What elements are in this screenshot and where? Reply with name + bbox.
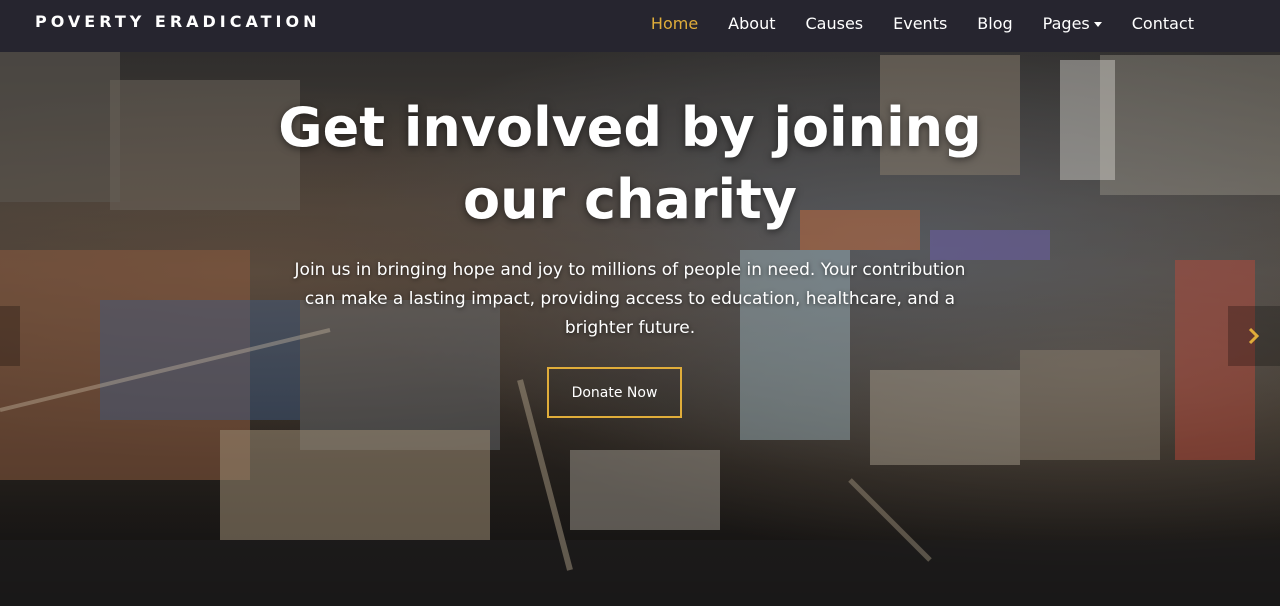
hero-headline: Get involved by joining our charity <box>278 96 982 231</box>
navbar: POVERTY ERADICATION Home About Causes Ev… <box>0 0 1280 52</box>
nav-item-home[interactable]: Home <box>651 14 698 33</box>
nav-item-about[interactable]: About <box>728 14 775 33</box>
hero-section: POVERTY ERADICATION Home About Causes Ev… <box>0 0 1280 606</box>
donate-now-button[interactable]: Donate Now <box>547 367 682 418</box>
nav-item-blog[interactable]: Blog <box>977 14 1012 33</box>
brand-logo-text[interactable]: POVERTY ERADICATION <box>35 12 321 31</box>
nav-item-events[interactable]: Events <box>893 14 947 33</box>
chevron-right-icon <box>1248 327 1260 345</box>
caret-down-icon <box>1093 21 1102 27</box>
nav-item-pages-label: Pages <box>1042 13 1090 33</box>
nav-item-pages-dropdown[interactable]: Pages <box>1043 14 1102 33</box>
hero-subtext: Join us in bringing hope and joy to mill… <box>294 260 966 338</box>
nav-item-contact[interactable]: Contact <box>1132 14 1194 33</box>
carousel-next-button[interactable] <box>1228 306 1280 366</box>
nav-item-causes[interactable]: Causes <box>805 14 863 33</box>
main-nav: Home About Causes Events Blog Pages Cont… <box>621 0 1194 46</box>
carousel-prev-button[interactable] <box>0 306 20 366</box>
